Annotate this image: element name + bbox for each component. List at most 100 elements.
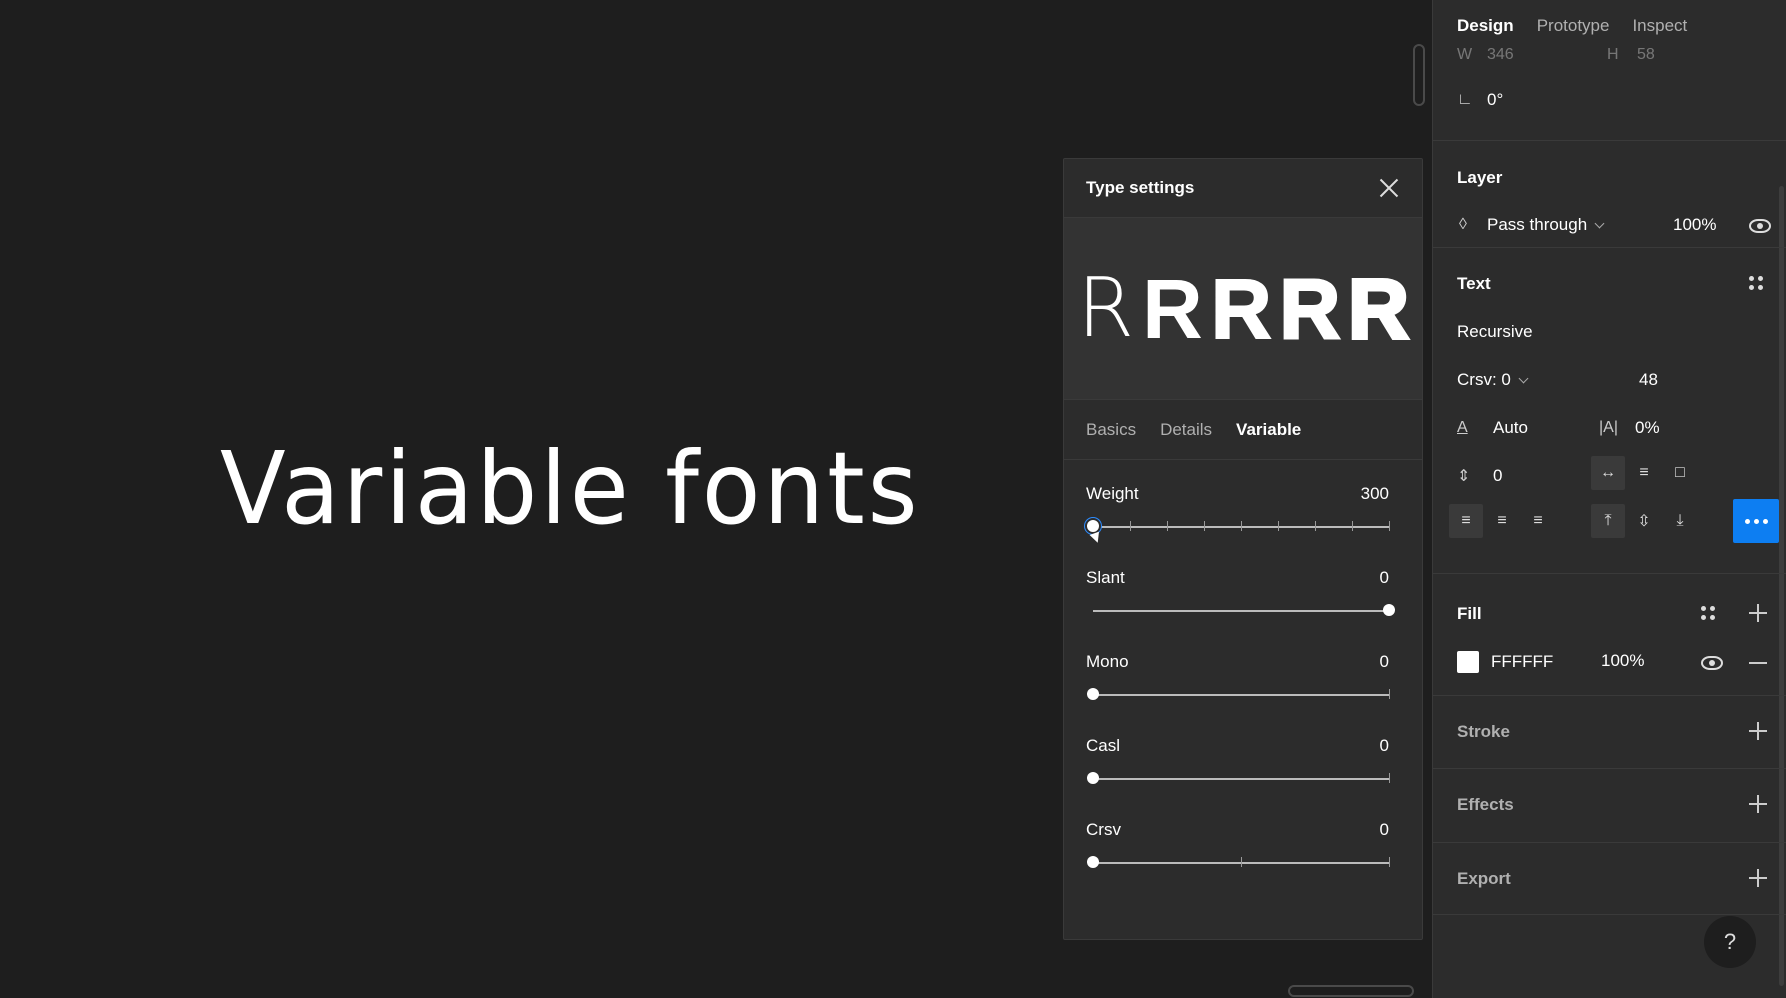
tab-basics[interactable]: Basics (1086, 420, 1136, 440)
tab-inspect[interactable]: Inspect (1632, 16, 1687, 36)
axis-label: Casl (1086, 736, 1121, 755)
width-field[interactable]: W 346 (1457, 46, 1514, 64)
paragraph-spacing-field[interactable]: ⇕ 0 (1457, 466, 1502, 486)
question-icon: ? (1723, 929, 1737, 954)
align-center-icon[interactable]: ≡ (1485, 504, 1519, 538)
axis-label: Weight (1086, 484, 1139, 503)
fill-visibility-toggle[interactable] (1701, 656, 1723, 670)
styles-grid-icon[interactable] (1701, 606, 1715, 620)
fill-title: Fill (1457, 604, 1482, 623)
layer-visibility-toggle[interactable] (1749, 219, 1771, 233)
remove-fill-button[interactable] (1749, 662, 1767, 664)
axis-row: Casl 0 (1086, 736, 1389, 756)
text-title: Text (1457, 274, 1491, 293)
axis-slider-knob[interactable] (1087, 856, 1099, 868)
axis-label: Mono (1086, 652, 1129, 671)
tab-design[interactable]: Design (1457, 16, 1514, 36)
axis-value[interactable]: 0 (1380, 820, 1389, 840)
align-bottom-icon[interactable]: ⤓ (1663, 504, 1697, 538)
tab-variable[interactable]: Variable (1236, 420, 1301, 440)
blend-mode-value: Pass through (1487, 215, 1588, 234)
effects-title: Effects (1457, 795, 1514, 814)
paragraph-spacing-value: 0 (1493, 466, 1503, 485)
align-left-icon[interactable]: ≡ (1449, 504, 1483, 538)
auto-width-icon[interactable]: ↔ (1591, 456, 1625, 490)
minus-icon[interactable] (1749, 662, 1767, 664)
axis-casl: Casl 0 (1086, 736, 1390, 820)
fill-swatch[interactable] (1457, 651, 1479, 673)
more-options-icon[interactable] (1733, 499, 1779, 543)
slider-tick (1130, 521, 1131, 531)
axis-crsv: Crsv 0 (1086, 820, 1390, 904)
styles-grid-icon[interactable] (1749, 276, 1763, 290)
variable-axes: Weight 300 Slant 0 Mono 0 Casl 0 Crsv 0 (1064, 460, 1422, 904)
axis-slider-track[interactable] (1087, 856, 1390, 868)
fill-opacity-field[interactable]: 100% (1601, 651, 1644, 671)
canvas-horizontal-scrollbar[interactable] (1288, 985, 1414, 997)
add-export-button[interactable] (1749, 869, 1767, 887)
fill-styles-button[interactable] (1701, 606, 1715, 620)
line-height-field[interactable]: A Auto (1457, 418, 1528, 438)
auto-height-icon[interactable]: ≡ (1627, 456, 1661, 490)
axis-slider-knob[interactable] (1087, 688, 1099, 700)
tab-prototype[interactable]: Prototype (1537, 16, 1610, 36)
tab-details[interactable]: Details (1160, 420, 1212, 440)
canvas-vertical-scrollbar[interactable] (1413, 44, 1425, 106)
axis-slider-track[interactable] (1093, 604, 1395, 616)
type-settings-popup: Type settings R R R R R Basics Details V… (1063, 158, 1423, 940)
stroke-title-row: Stroke (1457, 722, 1510, 742)
plus-icon[interactable] (1749, 795, 1767, 813)
axis-row: Mono 0 (1086, 652, 1389, 672)
axis-value[interactable]: 0 (1380, 568, 1389, 588)
height-label: H (1607, 46, 1619, 63)
plus-icon[interactable] (1749, 722, 1767, 740)
add-stroke-button[interactable] (1749, 722, 1767, 740)
font-family-select[interactable]: Recursive (1457, 322, 1533, 342)
align-middle-icon[interactable]: ⇳ (1627, 504, 1661, 538)
axis-value[interactable]: 0 (1380, 652, 1389, 672)
fill-hex-value: FFFFFF (1491, 652, 1554, 671)
align-top-icon[interactable]: ⤒ (1591, 504, 1625, 538)
slider-tick (1352, 521, 1353, 531)
fill-color-field[interactable]: FFFFFF (1457, 651, 1553, 673)
eye-icon[interactable] (1701, 656, 1723, 670)
width-value: 346 (1487, 46, 1514, 63)
font-style-select[interactable]: Crsv: 0 (1457, 370, 1529, 390)
add-effect-button[interactable] (1749, 795, 1767, 813)
axis-value[interactable]: 0 (1380, 736, 1389, 756)
axis-value[interactable]: 300 (1361, 484, 1389, 504)
rotation-field[interactable]: ∟ 0° (1457, 90, 1503, 110)
eye-icon[interactable] (1749, 219, 1771, 233)
chevron-down-icon (1594, 218, 1605, 228)
axis-slider-track[interactable] (1087, 520, 1390, 545)
axis-slider-track[interactable] (1087, 772, 1390, 784)
axis-slider-knob[interactable] (1087, 520, 1099, 532)
add-fill-button[interactable] (1749, 604, 1767, 622)
export-title-row: Export (1457, 869, 1511, 889)
canvas-text-layer[interactable]: Variable fonts (220, 430, 921, 547)
font-size-value: 48 (1639, 370, 1658, 389)
axis-slider-track[interactable] (1087, 688, 1390, 700)
axis-label: Slant (1086, 568, 1125, 587)
font-size-field[interactable]: 48 (1639, 370, 1658, 390)
letter-spacing-field[interactable]: |A| 0% (1599, 418, 1660, 438)
align-right-icon[interactable]: ≡ (1521, 504, 1555, 538)
axis-slider-knob[interactable] (1383, 604, 1395, 616)
preview-glyph-bold: R (1142, 261, 1203, 356)
plus-icon[interactable] (1749, 869, 1767, 887)
plus-icon[interactable] (1749, 604, 1767, 622)
blend-mode-select[interactable]: ◊ Pass through (1459, 215, 1605, 235)
type-settings-button[interactable] (1733, 499, 1779, 543)
axis-row: Crsv 0 (1086, 820, 1389, 840)
slider-end-tick (1389, 773, 1390, 783)
transform-section: W 346 H 58 ∟ 0° (1433, 46, 1786, 140)
axis-slider-knob[interactable] (1087, 772, 1099, 784)
preview-glyph-black: R (1278, 261, 1342, 356)
layer-opacity-field[interactable]: 100% (1673, 215, 1716, 235)
text-styles-button[interactable] (1749, 276, 1763, 290)
close-icon[interactable] (1378, 177, 1400, 199)
height-field[interactable]: H 58 (1607, 46, 1655, 64)
axis-row: Slant 0 (1086, 568, 1389, 588)
fixed-size-icon[interactable]: □ (1663, 456, 1697, 490)
help-button[interactable]: ? (1704, 916, 1756, 968)
